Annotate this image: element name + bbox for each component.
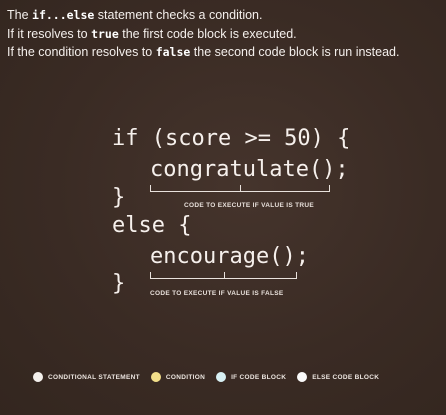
intro-line-2-text-a: If it resolves to <box>7 26 92 41</box>
intro-keyword-true: true <box>91 26 119 41</box>
legend-item-else-code-block: ELSE CODE BLOCK <box>297 372 379 382</box>
intro-line-3-text-b: the second code block is run instead. <box>190 45 400 59</box>
intro-line-3: If the condition resolves to false the s… <box>7 43 443 62</box>
intro-text: The if...else statement checks a conditi… <box>7 6 443 62</box>
legend-item-conditional-statement: CONDITIONAL STATEMENT <box>33 372 140 382</box>
intro-line-1-text-b: statement checks a condition. <box>94 8 263 22</box>
legend: CONDITIONAL STATEMENT CONDITION IF CODE … <box>33 372 379 382</box>
legend-label-conditional-statement: CONDITIONAL STATEMENT <box>48 373 140 381</box>
diagram-page: The if...else statement checks a conditi… <box>0 0 446 415</box>
intro-line-1: The if...else statement checks a conditi… <box>7 6 443 25</box>
intro-line-2-text-b: the first code block is executed. <box>118 26 297 41</box>
annotation-true-block: CODE TO EXECUTE IF VALUE IS TRUE <box>184 202 314 209</box>
else-block-bracket-tick <box>223 272 225 278</box>
code-else-close-brace: } <box>112 271 126 296</box>
if-block-bracket <box>150 185 330 192</box>
intro-line-1-text-a: The <box>7 8 33 22</box>
code-else-block: encourage(); <box>150 244 309 269</box>
intro-line-3-text-a: If the condition resolves to <box>7 45 156 59</box>
legend-swatch-condition <box>150 372 161 382</box>
intro-keyword-if-else: if...else <box>32 8 95 22</box>
legend-item-if-code-block: IF CODE BLOCK <box>216 372 286 382</box>
legend-label-condition: CONDITION <box>165 373 206 381</box>
annotation-false-block: CODE TO EXECUTE IF VALUE IS FALSE <box>150 290 284 297</box>
code-if-block: congratulate(); <box>150 157 349 182</box>
legend-swatch-else-code-block <box>297 372 308 382</box>
legend-label-else-code-block: ELSE CODE BLOCK <box>312 373 380 381</box>
legend-swatch-conditional-statement <box>33 372 43 382</box>
code-if-close-brace: } <box>112 185 126 210</box>
legend-label-if-code-block: IF CODE BLOCK <box>231 373 287 381</box>
if-block-bracket-tick <box>240 185 241 191</box>
else-block-bracket <box>150 272 297 279</box>
intro-keyword-false: false <box>155 45 191 59</box>
intro-line-2: If it resolves to true the first code bl… <box>7 25 443 44</box>
code-if-statement: if (score >= 50) { <box>112 126 351 151</box>
legend-item-condition: CONDITION <box>150 372 206 382</box>
legend-swatch-if-code-block <box>216 372 227 382</box>
code-else-statement: else { <box>112 213 192 238</box>
